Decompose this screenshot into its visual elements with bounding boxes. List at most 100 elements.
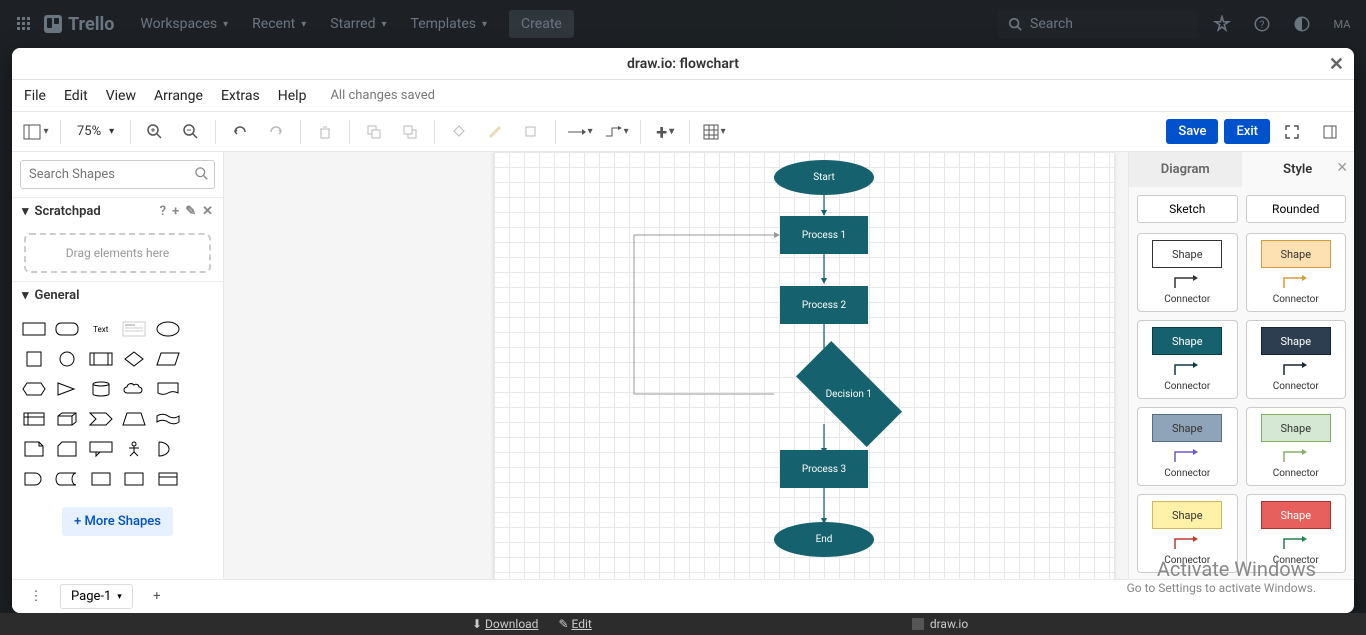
shape-ellipse[interactable] — [152, 315, 184, 343]
table-icon[interactable] — [698, 116, 730, 148]
shape-cube[interactable] — [52, 405, 84, 433]
avatar[interactable]: MA — [1326, 8, 1358, 40]
trello-search[interactable]: Search — [998, 10, 1198, 38]
create-button[interactable]: Create — [509, 10, 574, 38]
shape-card[interactable] — [52, 435, 84, 463]
style-preset-4[interactable]: Shape Connector — [1137, 407, 1238, 486]
canvas-page[interactable]: Start Process 1 Process 2 Decision 1 Pro… — [494, 152, 1114, 579]
tab-diagram[interactable]: Diagram — [1129, 152, 1242, 187]
save-button[interactable]: Save — [1166, 119, 1218, 144]
search-icon[interactable] — [195, 166, 209, 185]
shape-text[interactable]: Text — [85, 315, 117, 343]
close-icon[interactable]: ✕ — [1329, 54, 1344, 75]
scratchpad-help-icon[interactable]: ? — [160, 204, 166, 219]
shape-parallelogram[interactable] — [152, 345, 184, 373]
shape-and[interactable] — [18, 465, 50, 493]
shape-container2[interactable] — [119, 465, 151, 493]
shape-note[interactable] — [18, 435, 50, 463]
zoom-select[interactable]: 75% — [69, 120, 122, 143]
style-preset-5[interactable]: Shape Connector — [1246, 407, 1347, 486]
style-preset-0[interactable]: Shape Connector — [1137, 233, 1238, 312]
nav-starred[interactable]: Starred — [320, 10, 396, 38]
panel-close-icon[interactable]: ✕ — [1336, 160, 1348, 176]
shape-trapezoid[interactable] — [119, 405, 151, 433]
scratchpad-header[interactable]: ▾ Scratchpad ? + ✎ ✕ — [12, 197, 223, 225]
fullscreen-icon[interactable] — [1276, 116, 1308, 148]
connection-icon[interactable] — [564, 116, 596, 148]
nav-templates[interactable]: Templates — [401, 10, 498, 38]
menu-edit[interactable]: Edit — [64, 88, 88, 104]
shape-square[interactable] — [18, 345, 50, 373]
notifications-icon[interactable] — [1206, 8, 1238, 40]
nav-workspaces[interactable]: Workspaces — [130, 10, 238, 38]
shape-internal-storage[interactable] — [18, 405, 50, 433]
shape-rectangle[interactable] — [18, 315, 50, 343]
node-process-3[interactable]: Process 3 — [780, 450, 868, 488]
scratchpad-edit-icon[interactable]: ✎ — [185, 204, 196, 219]
menu-help[interactable]: Help — [278, 88, 307, 104]
exit-button[interactable]: Exit — [1224, 119, 1270, 144]
zoom-in-icon[interactable] — [139, 116, 171, 148]
shape-rounded-rect[interactable] — [52, 315, 84, 343]
shape-container[interactable] — [85, 465, 117, 493]
download-link[interactable]: Download — [485, 617, 538, 631]
trello-logo[interactable]: Trello — [44, 14, 114, 35]
style-preset-7[interactable]: Shape Connector — [1246, 494, 1347, 573]
shape-tape[interactable] — [152, 405, 184, 433]
to-front-icon[interactable] — [358, 116, 390, 148]
shape-data-storage[interactable] — [52, 465, 84, 493]
node-process-1[interactable]: Process 1 — [780, 216, 868, 254]
canvas[interactable]: Start Process 1 Process 2 Decision 1 Pro… — [224, 152, 1128, 579]
shape-diamond[interactable] — [119, 345, 151, 373]
style-preset-2[interactable]: Shape Connector — [1137, 320, 1238, 399]
style-preset-6[interactable]: Shape Connector — [1137, 494, 1238, 573]
shape-container3[interactable] — [152, 465, 184, 493]
zoom-out-icon[interactable] — [175, 116, 207, 148]
sketch-toggle[interactable]: Sketch — [1137, 195, 1238, 223]
general-header[interactable]: ▾ General — [12, 281, 223, 309]
menu-file[interactable]: File — [24, 88, 46, 104]
shape-actor[interactable] — [119, 435, 151, 463]
search-shapes-input[interactable] — [20, 160, 215, 189]
apps-menu-icon[interactable] — [8, 8, 40, 40]
shape-callout[interactable] — [85, 435, 117, 463]
menu-view[interactable]: View — [106, 88, 136, 104]
shape-process[interactable] — [85, 345, 117, 373]
help-icon[interactable]: ? — [1246, 8, 1278, 40]
scratchpad-close-icon[interactable]: ✕ — [202, 204, 213, 219]
shadow-icon[interactable] — [515, 116, 547, 148]
shape-circle[interactable] — [52, 345, 84, 373]
to-back-icon[interactable] — [394, 116, 426, 148]
format-panel-icon[interactable] — [1314, 116, 1346, 148]
more-shapes-button[interactable]: + More Shapes — [62, 507, 173, 536]
shape-textbox[interactable] — [119, 315, 151, 343]
fill-color-icon[interactable] — [443, 116, 475, 148]
menu-arrange[interactable]: Arrange — [154, 88, 203, 104]
insert-icon[interactable]: + — [649, 116, 681, 148]
style-preset-1[interactable]: Shape Connector — [1246, 233, 1347, 312]
nav-recent[interactable]: Recent — [242, 10, 316, 38]
edit-link[interactable]: Edit — [571, 617, 591, 631]
scratchpad-dropzone[interactable]: Drag elements here — [24, 233, 211, 273]
scratchpad-add-icon[interactable]: + — [172, 204, 179, 219]
shape-step[interactable] — [85, 405, 117, 433]
rounded-toggle[interactable]: Rounded — [1246, 195, 1347, 223]
menu-extras[interactable]: Extras — [221, 88, 260, 104]
pages-menu-icon[interactable]: ⋮ — [20, 581, 52, 613]
waypoint-icon[interactable] — [600, 116, 632, 148]
shape-triangle[interactable] — [52, 375, 84, 403]
delete-icon[interactable] — [309, 116, 341, 148]
node-start[interactable]: Start — [774, 160, 874, 195]
node-end[interactable]: End — [774, 522, 874, 557]
shape-document[interactable] — [152, 375, 184, 403]
shape-cylinder[interactable] — [85, 375, 117, 403]
shape-or[interactable] — [152, 435, 184, 463]
node-process-2[interactable]: Process 2 — [780, 286, 868, 324]
page-tab-1[interactable]: Page-1▾ — [60, 584, 133, 609]
style-preset-3[interactable]: Shape Connector — [1246, 320, 1347, 399]
shape-cloud[interactable] — [119, 375, 151, 403]
line-color-icon[interactable] — [479, 116, 511, 148]
theme-icon[interactable] — [1286, 8, 1318, 40]
redo-icon[interactable] — [260, 116, 292, 148]
view-mode-button[interactable] — [20, 116, 52, 148]
